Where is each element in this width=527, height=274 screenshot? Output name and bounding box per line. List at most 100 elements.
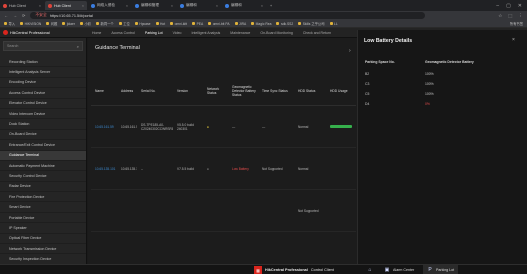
sidebar-item[interactable]: Access Control Device: [0, 88, 86, 99]
browser-tab[interactable]: 编辑和 ×: [177, 1, 221, 10]
sidebar-item[interactable]: Encoding Device: [0, 78, 86, 89]
sidebar-item[interactable]: Intelligent Analysis Server: [0, 67, 86, 78]
taskbar-home-button[interactable]: ⌂: [363, 265, 377, 274]
bookmark-item[interactable]: JIRA: [234, 22, 246, 26]
browser-tab[interactable]: 编辑和管理 ×: [132, 1, 176, 10]
new-tab-button[interactable]: +: [267, 1, 275, 10]
browser-tab[interactable]: 编辑和 ×: [222, 1, 266, 10]
column-header[interactable]: Time Sync Status: [258, 89, 294, 93]
bookmark-item[interactable]: 工位: [118, 21, 130, 26]
sidebar-item[interactable]: Elevator Control Device: [0, 99, 86, 109]
bookmark-item[interactable]: sdk.SS2: [276, 22, 293, 26]
address-bar[interactable]: 不安全 https://10.65.71.5/#/portal: [30, 12, 426, 19]
table-row[interactable]: 10.65.161.59 10.65.161.59 DS-TPE185-A0-C20…: [91, 106, 356, 148]
column-header[interactable]: Serial No.: [137, 89, 173, 93]
sidebar-item[interactable]: Radar Device: [0, 182, 86, 193]
bookmark-item[interactable]: PEA: [192, 22, 203, 26]
column-header[interactable]: Version: [173, 89, 203, 93]
column-header[interactable]: HDD Status: [294, 89, 326, 93]
sidebar-item[interactable]: Portable Device: [0, 213, 86, 224]
bookmark-item[interactable]: omni-kitt: [170, 22, 187, 26]
sidebar-item[interactable]: Video Intercom Device: [0, 109, 86, 120]
hikcentral-grid-icon[interactable]: ▦: [254, 266, 262, 274]
search-icon[interactable]: ⌕: [77, 44, 79, 49]
forward-icon[interactable]: →: [13, 13, 17, 18]
tab-close-icon[interactable]: ×: [123, 4, 128, 8]
tab-close-icon[interactable]: ×: [213, 4, 218, 8]
app-tab[interactable]: Video: [168, 28, 187, 38]
close-icon[interactable]: ×: [512, 37, 515, 43]
tab-close-icon[interactable]: ×: [36, 4, 41, 8]
device-name-link[interactable]: 10.65.135.101: [91, 167, 117, 171]
back-icon[interactable]: ←: [4, 13, 8, 18]
tab-close-icon[interactable]: ×: [79, 4, 84, 8]
taskbar-parking-lot[interactable]: P Parking Lot: [423, 265, 459, 274]
home-icon: ⌂: [368, 267, 372, 273]
bookmark-item[interactable]: Magic Rea: [251, 22, 271, 26]
browser-tab[interactable]: 网络入侵检 ×: [88, 1, 131, 10]
app-tab[interactable]: Home: [87, 28, 106, 38]
battery-status-link[interactable]: Low Battery: [228, 167, 258, 171]
bookmark-item[interactable]: Hpcase: [134, 22, 151, 26]
taskbar-alarm-center[interactable]: ▣ Alarm Center: [380, 265, 418, 274]
sidebar-item[interactable]: Fire Protection Device: [0, 192, 86, 203]
app-tab[interactable]: Check and Return: [298, 28, 336, 38]
browser-menu-icon[interactable]: ⋮: [519, 13, 524, 19]
sidebar-item[interactable]: Optical Fiber Device: [0, 234, 86, 245]
bookmark-item[interactable]: 新同一个: [96, 21, 114, 26]
app-tab[interactable]: Parking Lot: [140, 28, 168, 38]
extensions-icon[interactable]: ⬚: [508, 13, 512, 19]
column-header[interactable]: HDD Usage: [326, 89, 356, 93]
bookmark-star-icon[interactable]: ☆: [498, 13, 502, 19]
sidebar-item[interactable]: Network Transmission Device: [0, 244, 86, 255]
minimize-icon[interactable]: –: [496, 3, 499, 9]
app-tab[interactable]: Maintenance: [225, 28, 255, 38]
all-bookmarks-button[interactable]: 所有书签: [510, 21, 523, 26]
maximize-icon[interactable]: ▢: [506, 3, 511, 9]
app-tab[interactable]: On-Board Monitoring: [255, 28, 298, 38]
sidebar-item[interactable]: Security Control Device: [0, 171, 86, 182]
sidebar-search-input[interactable]: Search ⌕: [3, 41, 83, 51]
sidebar-item[interactable]: Guidance Terminal: [0, 150, 86, 161]
parking-space-no: D4: [365, 102, 370, 106]
tab-close-icon[interactable]: ×: [258, 4, 263, 8]
column-header[interactable]: Geomagnetic Detector Battery Status: [228, 85, 258, 98]
browser-tab[interactable]: Hub Client ×: [0, 1, 44, 10]
bookmark-icon: [192, 22, 196, 25]
sidebar-item[interactable]: On-Board Device: [0, 130, 86, 141]
sidebar-item[interactable]: Entrance/Exit Control Device: [0, 140, 86, 151]
sidebar-item[interactable]: Automatic Payment Machine: [0, 161, 86, 172]
close-window-icon[interactable]: ✕: [518, 3, 522, 9]
tab-close-icon[interactable]: ×: [168, 4, 173, 8]
bookmark-item[interactable]: LL: [329, 22, 338, 26]
bookmark-item[interactable]: 问题: [46, 21, 57, 26]
browser-tab[interactable]: Hub Client ×: [45, 1, 87, 10]
col-parking-space: Parking Space No.: [365, 60, 395, 64]
app-tab[interactable]: Intelligent Analysis: [187, 28, 226, 38]
bookmark-item[interactable]: 导入: [4, 21, 15, 26]
column-header[interactable]: Address: [117, 89, 137, 93]
not-secure-badge[interactable]: 不安全: [35, 13, 46, 18]
bookmark-item[interactable]: jidaer: [62, 22, 75, 26]
sidebar-item[interactable]: Recording Station: [0, 57, 86, 68]
bookmark-label: HIKVISION: [24, 21, 42, 26]
bookmark-item[interactable]: omni-bit PA: [208, 22, 230, 26]
bookmark-item[interactable]: HIKVISION: [20, 22, 41, 26]
bookmark-item[interactable]: Hot: [155, 22, 165, 26]
column-header[interactable]: Network Status: [203, 87, 228, 95]
bookmark-item[interactable]: 小彩: [79, 21, 91, 26]
column-header[interactable]: Name: [91, 89, 117, 93]
table-row[interactable]: 10.65.135.101 10.65.135.101 -- V7.5.5 build…: [91, 148, 356, 190]
collapse-panel-icon[interactable]: ›: [349, 48, 351, 54]
sidebar-item[interactable]: IP Speaker: [0, 223, 86, 234]
bookmark-icon: [134, 22, 138, 25]
table-row[interactable]: Not Supported: [91, 190, 356, 232]
device-name-link[interactable]: 10.65.161.59: [91, 125, 117, 129]
col-detector-battery: Geomagnetic Detector Battery: [425, 60, 474, 64]
bookmark-item[interactable]: Skills 之乎公司: [298, 21, 325, 26]
sidebar-item[interactable]: Dock Station: [0, 119, 86, 130]
panel-title: Low Battery Details: [364, 38, 413, 44]
app-tab[interactable]: Access Control: [106, 28, 140, 38]
sidebar-item[interactable]: Smart Device: [0, 202, 86, 213]
reload-icon[interactable]: ⟳: [22, 13, 25, 18]
